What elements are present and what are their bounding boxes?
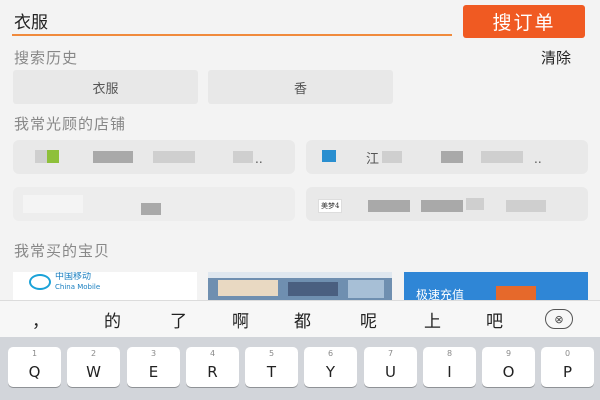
store-card[interactable]: 江 .. xyxy=(306,140,588,174)
store-name: 江 xyxy=(366,152,380,167)
key-u[interactable]: 7 U xyxy=(364,347,417,387)
order-search-screen: 搜订单 搜索历史 清除 衣服 香 我常光顾的店铺 .. 江 .. 美梦4 我常买… xyxy=(0,0,600,400)
key-e[interactable]: 3 E xyxy=(127,347,180,387)
store-name-redacted xyxy=(368,200,410,212)
key-y[interactable]: 6 Y xyxy=(304,347,357,387)
store-card[interactable]: 美梦4 xyxy=(306,187,588,221)
candidate-word[interactable]: 都 xyxy=(294,307,311,332)
key-letter: O xyxy=(502,363,515,381)
product-card[interactable] xyxy=(208,272,392,302)
frequent-stores-title: 我常光顾的店铺 xyxy=(14,115,127,133)
china-mobile-logo-icon xyxy=(29,274,51,290)
product-photo xyxy=(348,280,384,298)
key-number: 0 xyxy=(564,349,571,358)
key-o[interactable]: 9 O xyxy=(482,347,535,387)
store-logo-icon xyxy=(322,150,336,162)
key-number: 7 xyxy=(387,349,394,358)
product-card[interactable]: 极速充值 xyxy=(404,272,588,302)
key-r[interactable]: 4 R xyxy=(186,347,239,387)
key-letter: T xyxy=(266,363,277,381)
frequent-items-title: 我常买的宝贝 xyxy=(14,242,111,260)
store-brand-logo: 美梦4 xyxy=(318,199,343,213)
store-card[interactable]: .. xyxy=(13,140,295,174)
key-number: 4 xyxy=(209,349,216,358)
key-w[interactable]: 2 W xyxy=(67,347,120,387)
key-number: 6 xyxy=(327,349,334,358)
candidate-word[interactable]: 啊 xyxy=(232,307,249,332)
product-badge xyxy=(496,286,536,300)
store-logo xyxy=(23,195,83,213)
store-name-ellipsis: .. xyxy=(255,152,263,166)
store-name-ellipsis: .. xyxy=(534,152,542,166)
key-letter: U xyxy=(385,363,396,381)
candidate-word[interactable]: 上 xyxy=(424,307,441,332)
store-name-redacted xyxy=(382,151,402,163)
candidate-word[interactable]: ， xyxy=(32,307,49,332)
store-name-redacted xyxy=(233,151,253,163)
store-name-redacted xyxy=(441,151,463,163)
store-name-redacted xyxy=(141,203,161,215)
store-name-redacted xyxy=(466,198,484,210)
search-bar: 搜订单 xyxy=(0,0,600,44)
store-name-redacted xyxy=(421,200,463,212)
product-photo xyxy=(288,282,338,296)
candidate-word[interactable]: 的 xyxy=(104,307,121,332)
search-input[interactable] xyxy=(12,6,452,36)
key-letter: W xyxy=(86,363,101,381)
key-letter: R xyxy=(207,363,218,381)
candidate-word[interactable]: 了 xyxy=(170,307,187,332)
ime-candidate-bar: ， 的 了 啊 都 呢 上 吧 ⊗ xyxy=(0,300,600,337)
candidate-word[interactable]: 吧 xyxy=(486,307,503,332)
candidate-word[interactable]: 呢 xyxy=(360,307,377,332)
history-chip[interactable]: 香 xyxy=(208,70,393,104)
key-p[interactable]: 0 P xyxy=(541,347,594,387)
key-letter: Y xyxy=(325,363,336,381)
clear-history-button[interactable]: 清除 xyxy=(541,47,571,68)
key-q[interactable]: 1 Q xyxy=(8,347,61,387)
key-letter: P xyxy=(562,363,573,381)
store-name-redacted xyxy=(481,151,523,163)
key-i[interactable]: 8 I xyxy=(423,347,476,387)
key-number: 5 xyxy=(268,349,275,358)
store-logo-icon xyxy=(47,150,59,163)
key-number: 8 xyxy=(446,349,453,358)
search-orders-button[interactable]: 搜订单 xyxy=(463,5,585,38)
store-card[interactable] xyxy=(13,187,295,221)
collapse-keyboard-icon[interactable]: ⊗ xyxy=(545,309,573,329)
key-letter: I xyxy=(447,363,452,381)
key-number: 2 xyxy=(90,349,97,358)
key-number: 1 xyxy=(31,349,38,358)
keyboard: 1 Q 2 W 3 E 4 R 5 T 6 Y 7 U 8 I 9 O 0 P xyxy=(0,337,600,400)
product-brand: 中国移动 China Mobile xyxy=(55,272,101,291)
store-name-redacted xyxy=(153,151,195,163)
key-letter: Q xyxy=(28,363,41,381)
key-letter: E xyxy=(148,363,159,381)
store-name-redacted xyxy=(506,200,546,212)
product-photo xyxy=(208,272,392,278)
key-t[interactable]: 5 T xyxy=(245,347,298,387)
key-number: 3 xyxy=(150,349,157,358)
product-card[interactable]: 中国移动 China Mobile xyxy=(13,272,197,302)
search-history-title: 搜索历史 xyxy=(14,49,79,67)
key-number: 9 xyxy=(505,349,512,358)
product-photo xyxy=(218,280,278,296)
history-chip[interactable]: 衣服 xyxy=(13,70,198,104)
store-name-redacted xyxy=(93,151,133,163)
